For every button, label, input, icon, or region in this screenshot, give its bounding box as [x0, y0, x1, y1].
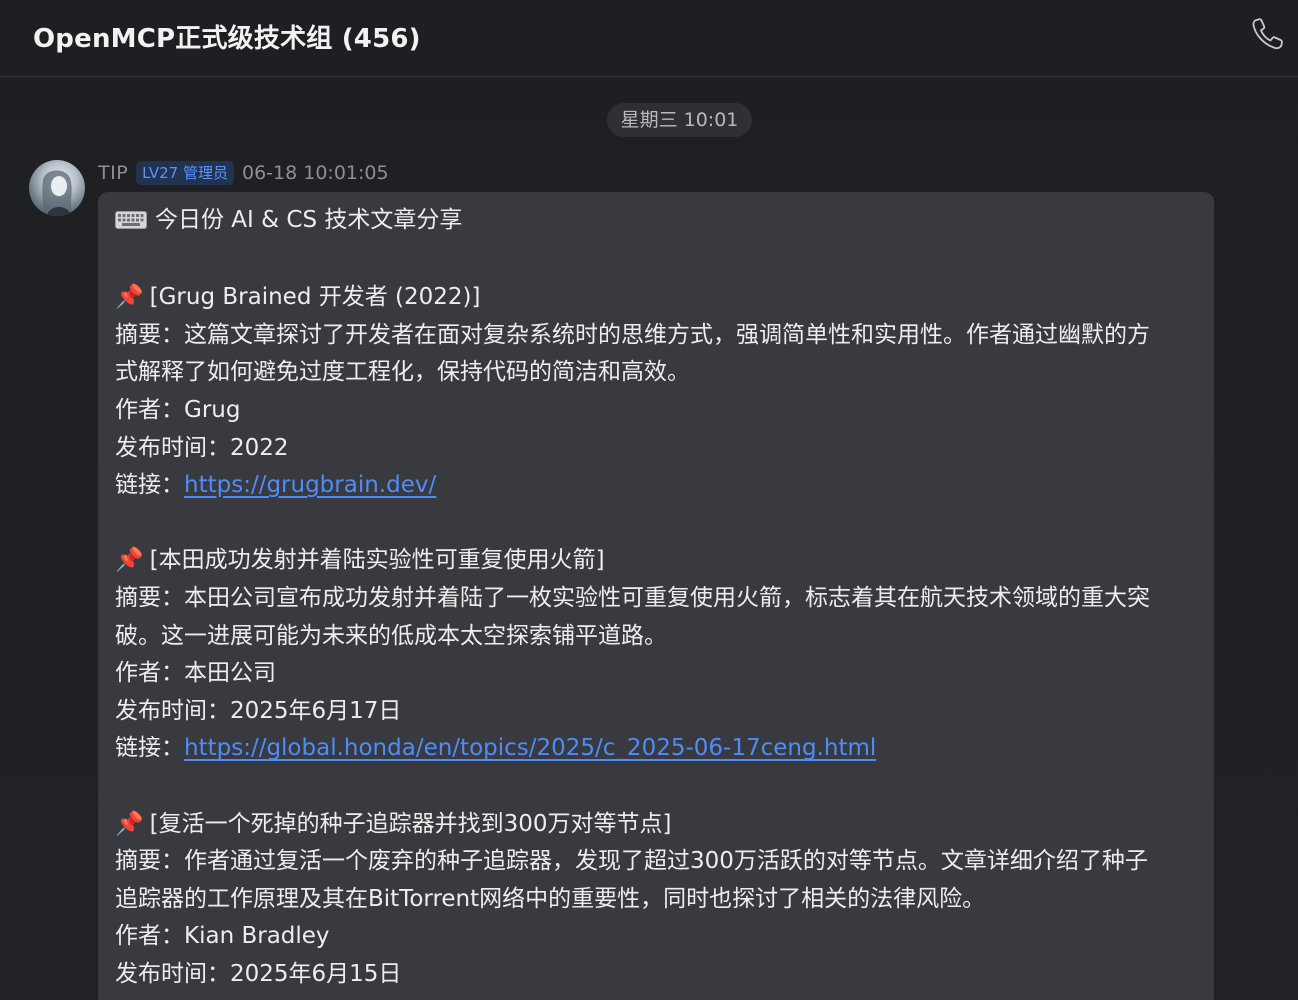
article-author: 作者：本田公司 [115, 655, 1194, 693]
article-title: 📌 [本田成功发射并着陆实验性可重复使用火箭] [115, 542, 1194, 580]
article-link[interactable]: https://grugbrain.dev/ [184, 472, 436, 498]
author-value: 本田公司 [184, 660, 276, 687]
author-label: 作者： [115, 660, 184, 687]
article-title: 📌 [Grug Brained 开发者 (2022)] [115, 279, 1194, 317]
intro-line: 今日份 AI & CS 技术文章分享 [115, 202, 1194, 242]
article-title-text: [本田成功发射并着陆实验性可重复使用火箭] [149, 547, 605, 574]
avatar[interactable] [29, 160, 85, 216]
message-meta: TIP LV27 管理员 06-18 10:01:05 [98, 159, 389, 187]
article-summary: 摘要：作者通过复活一个废弃的种子追踪器，发现了超过300万活跃的对等节点。文章详… [115, 843, 1194, 881]
pushpin-icon: 📌 [115, 810, 144, 837]
date-value: 2022 [230, 434, 289, 461]
intro-text: 今日份 AI & CS 技术文章分享 [155, 207, 463, 233]
article-author: 作者：Grug [115, 392, 1194, 430]
article-summary: 摘要：本田公司宣布成功发射并着陆了一枚实验性可重复使用火箭，标志着其在航天技术领… [115, 580, 1194, 618]
author-value: Kian Bradley [184, 923, 330, 950]
sender-name[interactable]: TIP [98, 162, 128, 184]
chat-window: OpenMCP正式级技术组 (456) 星期三 10:01 TIP LV27 管… [0, 0, 1298, 1000]
summary-label: 摘要： [115, 848, 184, 875]
article-link-row: 链接：https://grugbrain.dev/ [115, 467, 1194, 505]
author-value: Grug [184, 396, 241, 423]
summary-label: 摘要： [115, 584, 184, 611]
article-date: 发布时间：2022 [115, 430, 1194, 468]
message-timestamp: 06-18 10:01:05 [242, 162, 389, 184]
summary-text: 作者通过复活一个废弃的种子追踪器，发现了超过300万活跃的对等节点。文章详细介绍… [184, 848, 1148, 875]
summary-label: 摘要： [115, 321, 184, 348]
date-label: 发布时间： [115, 960, 230, 987]
author-label: 作者： [115, 396, 184, 423]
article-summary-cont: 式解释了如何避免过度工程化，保持代码的简洁和高效。 [115, 359, 690, 386]
article-title-text: [复活一个死掉的种子追踪器并找到300万对等节点] [149, 810, 672, 837]
article-summary-cont: 追踪器的工作原理及其在BitTorrent网络中的重要性，同时也探讨了相关的法律… [115, 885, 986, 912]
article-link-row: 链接：https://global.honda/en/topics/2025/c… [115, 730, 1194, 768]
chat-header: OpenMCP正式级技术组 (456) [0, 0, 1298, 77]
article-date: 发布时间：2025年6月15日 [115, 956, 1194, 994]
link-label: 链接： [115, 735, 184, 762]
article-author: 作者：Kian Bradley [115, 918, 1194, 956]
pushpin-icon: 📌 [115, 547, 144, 574]
summary-text: 本田公司宣布成功发射并着陆了一枚实验性可重复使用火箭，标志着其在航天技术领域的重… [184, 584, 1150, 611]
article-summary-cont: 破。这一进展可能为未来的低成本太空探索铺平道路。 [115, 622, 667, 649]
date-label: 发布时间： [115, 434, 230, 461]
summary-text: 这篇文章探讨了开发者在面对复杂系统时的思维方式，强调简单性和实用性。作者通过幽默… [184, 321, 1150, 348]
article-summary: 摘要：这篇文章探讨了开发者在面对复杂系统时的思维方式，强调简单性和实用性。作者通… [115, 317, 1194, 355]
group-title: OpenMCP正式级技术组 (456) [33, 24, 421, 54]
article-link[interactable]: https://global.honda/en/topics/2025/c_20… [184, 735, 876, 761]
date-value: 2025年6月15日 [230, 960, 402, 987]
keyboard-icon [115, 204, 147, 242]
role-badge: LV27 管理员 [136, 161, 234, 185]
phone-icon[interactable] [1248, 14, 1288, 54]
pushpin-icon: 📌 [115, 284, 144, 311]
message-bubble: 今日份 AI & CS 技术文章分享 📌 [Grug Brained 开发者 (2… [98, 192, 1214, 1000]
author-label: 作者： [115, 923, 184, 950]
article-title: 📌 [复活一个死掉的种子追踪器并找到300万对等节点] [115, 806, 1194, 844]
date-value: 2025年6月17日 [230, 697, 402, 724]
article-title-text: [Grug Brained 开发者 (2022)] [149, 284, 481, 311]
time-divider: 星期三 10:01 [607, 103, 752, 137]
date-label: 发布时间： [115, 697, 230, 724]
link-label: 链接： [115, 472, 184, 499]
article-date: 发布时间：2025年6月17日 [115, 693, 1194, 731]
